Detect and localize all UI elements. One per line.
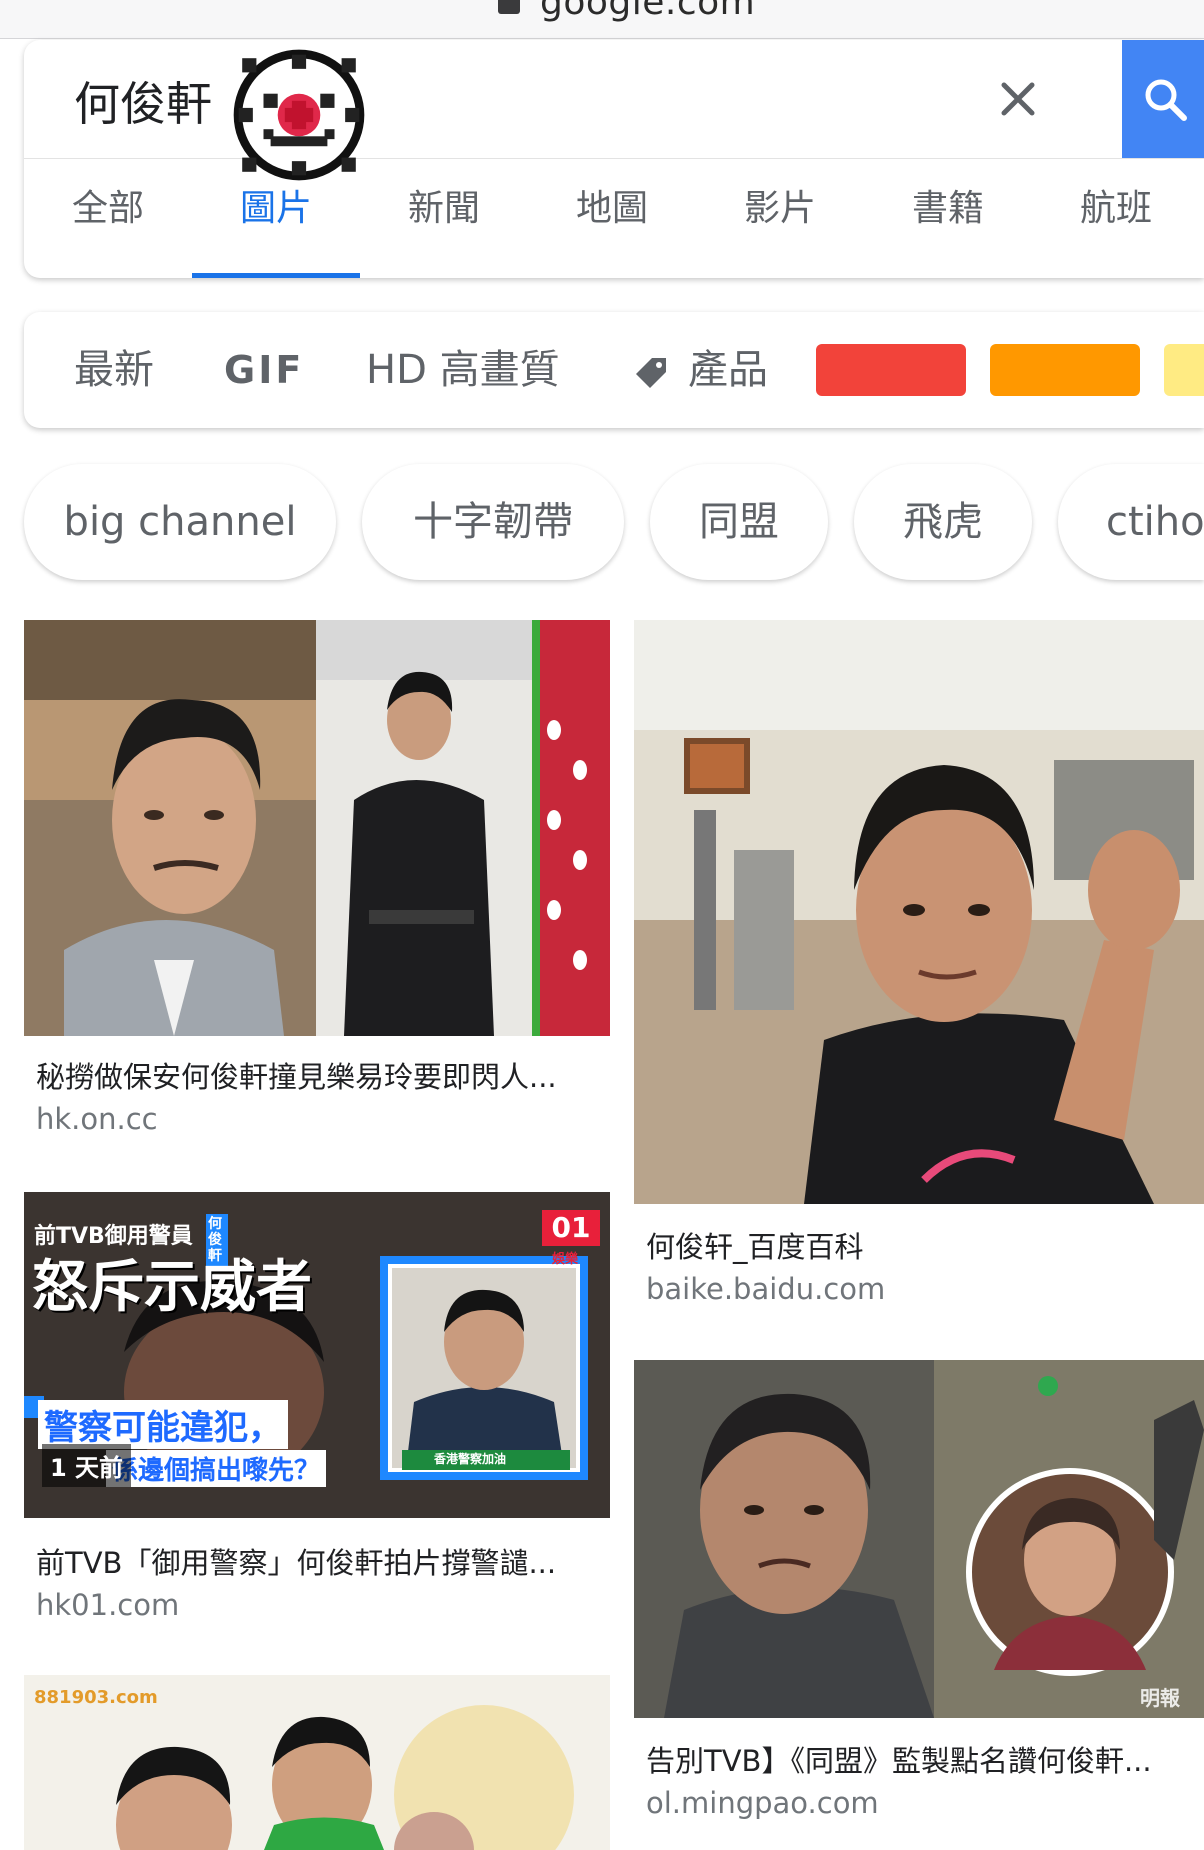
result-title: 前TVB「御用警察」何俊軒拍片撐警譴... — [36, 1546, 557, 1580]
chip-big-channel[interactable]: big channel — [24, 464, 336, 580]
filter-products[interactable]: 產品 — [688, 312, 768, 428]
clear-button[interactable] — [989, 70, 1047, 128]
result-image[interactable]: 前TVB御用警員 何俊軒 怒斥示威者 警察可能違犯， 係邊個搞出嚟先？ 1 天前… — [24, 1192, 610, 1518]
tab-maps[interactable]: 地圖 — [528, 159, 696, 278]
chip-flying-tiger[interactable]: 飛虎 — [854, 464, 1032, 580]
filter-hd[interactable]: HD 高畫質 — [366, 312, 560, 428]
result-source: baike.baidu.com — [646, 1272, 886, 1306]
color-filter-orange[interactable] — [990, 344, 1140, 396]
color-filter-yellow[interactable] — [1164, 344, 1204, 396]
result-card[interactable]: 明報 告別TVB】《同盟》監製點名讚何俊軒... ol.mingpao.com — [634, 1360, 1204, 1820]
tab-books[interactable]: 書籍 — [864, 159, 1032, 278]
result-card[interactable]: 前TVB御用警員 何俊軒 怒斥示威者 警察可能違犯， 係邊個搞出嚟先？ 1 天前… — [24, 1192, 610, 1622]
tab-news[interactable]: 新聞 — [360, 159, 528, 278]
result-image[interactable]: 881903.com — [24, 1675, 610, 1850]
image-headline: 怒斥示威者 — [32, 1255, 312, 1320]
color-filter-red[interactable] — [816, 344, 966, 396]
result-title: 何俊轩_百度百科 — [646, 1230, 864, 1264]
search-tabs: 全部 圖片 新聞 地圖 影片 書籍 航班 — [24, 159, 1204, 278]
lock-icon — [498, 0, 520, 14]
site-logo: 881903.com — [34, 1687, 158, 1708]
tab-all[interactable]: 全部 — [24, 159, 192, 278]
image-quote: 警察可能違犯， — [38, 1400, 288, 1449]
tab-images[interactable]: 圖片 — [192, 159, 360, 278]
hk01-logo: 01 — [542, 1210, 600, 1246]
search-button[interactable] — [1122, 40, 1204, 158]
search-icon — [1145, 79, 1187, 121]
image-caption: 香港警察加油 — [434, 1452, 507, 1466]
chip-ctiho[interactable]: ctiho — [1058, 464, 1204, 580]
close-icon — [1001, 82, 1035, 116]
result-title: 告別TVB】《同盟》監製點名讚何俊軒... — [646, 1744, 1152, 1778]
result-card[interactable]: 秘撈做保安何俊軒撞見樂易玲要即閃人... hk.on.cc — [24, 620, 610, 1152]
filter-bar: 最新 GIF HD 高畫質 產品 — [24, 312, 1204, 428]
tag-icon — [636, 358, 666, 388]
search-bar: 何俊軒 — [24, 40, 1204, 181]
result-image[interactable] — [24, 620, 610, 1036]
chip-alliance[interactable]: 同盟 — [650, 464, 828, 580]
tab-flights[interactable]: 航班 — [1032, 159, 1200, 278]
chip-cruciate-ligament[interactable]: 十字韌帶 — [362, 464, 624, 580]
search-card: 何俊軒 全部 圖片 新聞 地圖 影片 書籍 航班 — [24, 40, 1204, 278]
result-card[interactable]: 881903.com — [24, 1675, 610, 1850]
result-source: hk.on.cc — [36, 1102, 158, 1136]
result-image-art — [634, 1360, 1204, 1718]
result-source: ol.mingpao.com — [646, 1786, 879, 1820]
filter-latest[interactable]: 最新 — [74, 312, 154, 428]
filter-gif[interactable]: GIF — [224, 312, 304, 428]
result-card[interactable]: 何俊轩_百度百科 baike.baidu.com — [634, 620, 1204, 1320]
hk01-sublogo: 娛樂 — [552, 1252, 579, 1267]
image-quote-2: 係邊個搞出嚟先？ — [106, 1450, 327, 1487]
time-badge: 1 天前 — [42, 1444, 132, 1487]
url-text: google.com — [540, 0, 756, 23]
search-input[interactable]: 何俊軒 — [74, 68, 212, 134]
result-image[interactable] — [634, 620, 1204, 1204]
tab-videos[interactable]: 影片 — [696, 159, 864, 278]
watermark: 明報 — [1140, 1686, 1180, 1710]
result-image[interactable]: 明報 — [634, 1360, 1204, 1718]
browser-url-bar[interactable]: google.com — [0, 0, 1204, 39]
result-title: 秘撈做保安何俊軒撞見樂易玲要即閃人... — [36, 1060, 557, 1094]
result-source: hk01.com — [36, 1588, 180, 1622]
